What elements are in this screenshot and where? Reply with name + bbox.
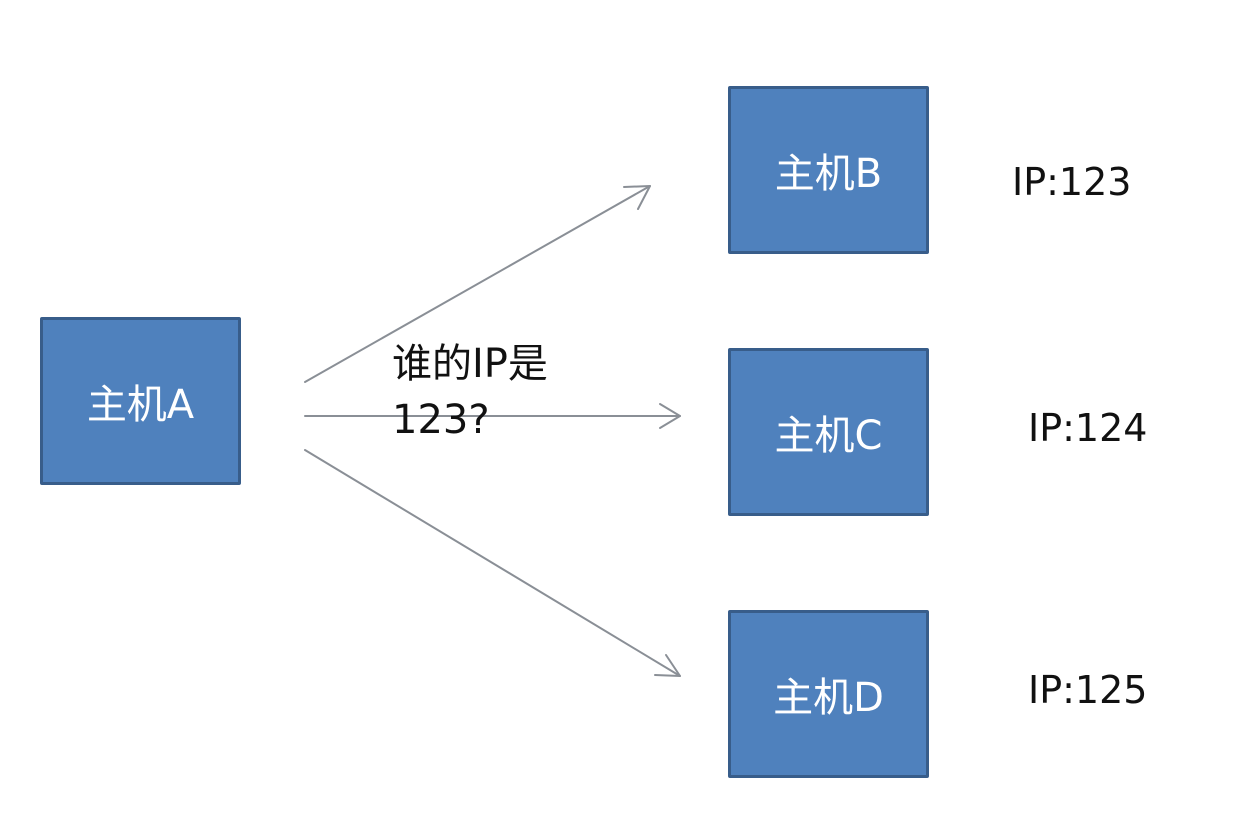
host-d-label: 主机D <box>773 675 884 721</box>
host-b-box: 主机B <box>728 86 929 254</box>
host-c-label: 主机C <box>774 413 883 459</box>
host-d-box: 主机D <box>728 610 929 778</box>
question-line-2: 123? <box>392 397 490 443</box>
arrow-to-host-d <box>304 449 681 677</box>
host-d-ip: IP:125 <box>1028 668 1148 712</box>
host-b-ip: IP:123 <box>1012 160 1132 204</box>
host-a-label: 主机A <box>86 382 195 428</box>
host-c-ip: IP:124 <box>1028 406 1148 450</box>
question-line-1: 谁的IP是 <box>392 341 548 387</box>
host-c-box: 主机C <box>728 348 929 516</box>
host-b-label: 主机B <box>774 151 883 197</box>
host-a-box: 主机A <box>40 317 241 485</box>
arp-question: 谁的IP是 123? <box>392 336 548 448</box>
